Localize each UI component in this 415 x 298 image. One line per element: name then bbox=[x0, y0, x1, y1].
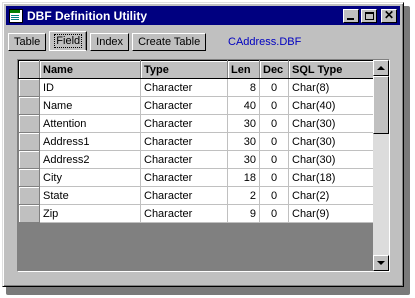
cell-type[interactable]: Character bbox=[140, 78, 228, 97]
tab-strip: Table Field Index Create Table bbox=[8, 31, 209, 51]
scroll-down-button[interactable] bbox=[373, 255, 389, 271]
cell-dec[interactable]: 0 bbox=[259, 186, 289, 205]
cell-sql-type[interactable]: Char(18) bbox=[288, 168, 375, 187]
cell-type[interactable]: Character bbox=[140, 204, 228, 223]
cell-sql-type[interactable]: Char(40) bbox=[288, 96, 375, 115]
column-header-type[interactable]: Type bbox=[140, 60, 228, 79]
cell-dec[interactable]: 0 bbox=[259, 204, 289, 223]
tab-create-table[interactable]: Create Table bbox=[132, 33, 207, 51]
column-header-name[interactable]: Name bbox=[39, 60, 141, 79]
cell-sql-type[interactable]: Char(30) bbox=[288, 114, 375, 133]
minimize-icon bbox=[347, 17, 354, 20]
cell-len[interactable]: 9 bbox=[227, 204, 260, 223]
arrow-down-icon bbox=[377, 261, 385, 265]
cell-name[interactable]: Name bbox=[39, 96, 141, 115]
cell-len[interactable]: 18 bbox=[227, 168, 260, 187]
cell-dec[interactable]: 0 bbox=[259, 96, 289, 115]
row-selector[interactable] bbox=[18, 168, 40, 187]
field-table: Name Type Len Dec SQL Type ID Character … bbox=[18, 60, 375, 223]
tab-label: Field bbox=[54, 34, 83, 48]
cell-name[interactable]: Address1 bbox=[39, 132, 141, 151]
cell-len[interactable]: 30 bbox=[227, 132, 260, 151]
column-header-sql-type[interactable]: SQL Type bbox=[288, 60, 375, 79]
cell-len[interactable]: 40 bbox=[227, 96, 260, 115]
header-row: Name Type Len Dec SQL Type bbox=[18, 60, 375, 79]
row-selector[interactable] bbox=[18, 132, 40, 151]
cell-len[interactable]: 8 bbox=[227, 78, 260, 97]
cell-len[interactable]: 30 bbox=[227, 150, 260, 169]
column-header-len[interactable]: Len bbox=[227, 60, 260, 79]
title-bar[interactable]: DBF Definition Utility ✕ bbox=[6, 6, 400, 25]
maximize-button[interactable] bbox=[361, 8, 377, 23]
cell-dec[interactable]: 0 bbox=[259, 78, 289, 97]
cell-type[interactable]: Character bbox=[140, 150, 228, 169]
tab-label: Index bbox=[96, 36, 124, 48]
tab-table[interactable]: Table bbox=[8, 33, 47, 51]
table-row[interactable]: City Character 18 0 Char(18) bbox=[18, 168, 375, 187]
tab-field[interactable]: Field bbox=[49, 31, 88, 51]
cell-name[interactable]: Zip bbox=[39, 204, 141, 223]
maximize-icon bbox=[365, 11, 374, 20]
tab-label: Create Table bbox=[138, 36, 201, 48]
cell-type[interactable]: Character bbox=[140, 186, 228, 205]
close-button[interactable]: ✕ bbox=[381, 7, 397, 23]
table-row[interactable]: State Character 2 0 Char(2) bbox=[18, 186, 375, 205]
window-title: DBF Definition Utility bbox=[27, 8, 147, 23]
table-row[interactable]: ID Character 8 0 Char(8) bbox=[18, 78, 375, 97]
cell-sql-type[interactable]: Char(30) bbox=[288, 132, 375, 151]
row-selector[interactable] bbox=[18, 186, 40, 205]
close-icon: ✕ bbox=[383, 7, 395, 22]
cell-dec[interactable]: 0 bbox=[259, 114, 289, 133]
row-selector[interactable] bbox=[18, 114, 40, 133]
table-row[interactable]: Attention Character 30 0 Char(30) bbox=[18, 114, 375, 133]
file-path-label: CAddress.DBF bbox=[228, 36, 302, 48]
table-row[interactable]: Zip Character 9 0 Char(9) bbox=[18, 204, 375, 223]
minimize-button[interactable] bbox=[343, 8, 359, 23]
vertical-scrollbar[interactable] bbox=[373, 60, 389, 271]
row-selector[interactable] bbox=[18, 96, 40, 115]
scroll-thumb[interactable] bbox=[373, 76, 389, 134]
table-row[interactable]: Address2 Character 30 0 Char(30) bbox=[18, 150, 375, 169]
cell-type[interactable]: Character bbox=[140, 168, 228, 187]
cell-type[interactable]: Character bbox=[140, 114, 228, 133]
cell-dec[interactable]: 0 bbox=[259, 150, 289, 169]
column-header-dec[interactable]: Dec bbox=[259, 60, 289, 79]
cell-type[interactable]: Character bbox=[140, 96, 228, 115]
cell-name[interactable]: Attention bbox=[39, 114, 141, 133]
cell-type[interactable]: Character bbox=[140, 132, 228, 151]
grid-corner bbox=[18, 60, 40, 79]
arrow-up-icon bbox=[377, 66, 385, 70]
cell-dec[interactable]: 0 bbox=[259, 132, 289, 151]
tab-label: Table bbox=[14, 36, 41, 48]
cell-name[interactable]: Address2 bbox=[39, 150, 141, 169]
table-row[interactable]: Name Character 40 0 Char(40) bbox=[18, 96, 375, 115]
row-selector[interactable] bbox=[18, 204, 40, 223]
cell-name[interactable]: City bbox=[39, 168, 141, 187]
cell-sql-type[interactable]: Char(8) bbox=[288, 78, 375, 97]
scroll-up-button[interactable] bbox=[373, 60, 389, 76]
cell-sql-type[interactable]: Char(9) bbox=[288, 204, 375, 223]
field-grid[interactable]: Name Type Len Dec SQL Type ID Character … bbox=[17, 59, 390, 272]
cell-sql-type[interactable]: Char(30) bbox=[288, 150, 375, 169]
cell-sql-type[interactable]: Char(2) bbox=[288, 186, 375, 205]
cell-name[interactable]: State bbox=[39, 186, 141, 205]
cell-dec[interactable]: 0 bbox=[259, 168, 289, 187]
table-row[interactable]: Address1 Character 30 0 Char(30) bbox=[18, 132, 375, 151]
tab-index[interactable]: Index bbox=[90, 33, 130, 51]
row-selector[interactable] bbox=[18, 150, 40, 169]
cell-len[interactable]: 30 bbox=[227, 114, 260, 133]
cell-name[interactable]: ID bbox=[39, 78, 141, 97]
table-app-icon bbox=[9, 8, 23, 23]
cell-len[interactable]: 2 bbox=[227, 186, 260, 205]
row-selector[interactable] bbox=[18, 78, 40, 97]
